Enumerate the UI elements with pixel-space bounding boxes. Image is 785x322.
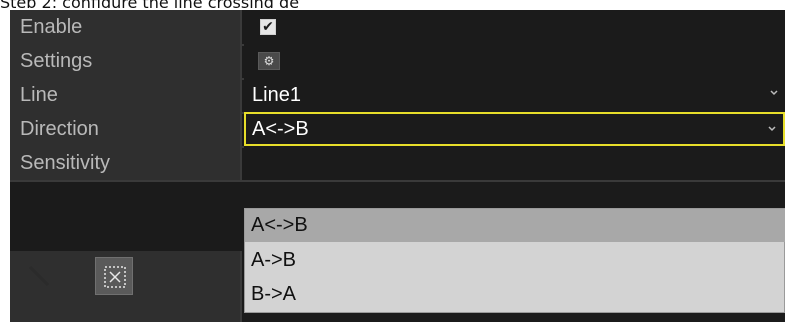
direction-label-cell: Direction [10, 112, 242, 146]
document-caption: Step 2: configure the line crossing dete… [0, 0, 300, 8]
row-enable: Enable ✔ [10, 10, 785, 46]
direction-select-value: A<->B [252, 118, 309, 140]
checkmark-icon: ✔ [262, 19, 274, 35]
row-line: Line Line1 [10, 78, 785, 114]
clear-area-icon [104, 266, 126, 288]
direction-select[interactable]: A<->B [244, 112, 785, 146]
screenshot-frame: Step 2: configure the line crossing dete… [0, 0, 785, 322]
drawing-tools [10, 251, 242, 322]
direction-dropdown-list: A<->B A->B B->A [244, 208, 785, 313]
direction-value-cell: A<->B [244, 112, 785, 146]
sensitivity-label: Sensitivity [20, 152, 111, 174]
line-label-cell: Line [10, 78, 242, 112]
direction-option-label: A->B [251, 249, 297, 271]
line-select-value: Line1 [252, 84, 301, 106]
enable-label: Enable [20, 16, 83, 38]
direction-option[interactable]: A->B [245, 244, 785, 277]
direction-option[interactable]: A<->B [245, 209, 785, 242]
enable-value-cell: ✔ [244, 10, 785, 44]
draw-line-icon[interactable] [26, 263, 52, 289]
sensitivity-label-cell: Sensitivity [10, 146, 242, 180]
direction-label: Direction [20, 118, 99, 140]
row-sensitivity: Sensitivity [10, 146, 785, 182]
clear-area-button[interactable] [95, 257, 133, 295]
direction-option-label: A<->B [251, 214, 308, 236]
line-select[interactable]: Line1 [244, 78, 785, 112]
row-direction: Direction A<->B [10, 112, 785, 148]
enable-label-cell: Enable [10, 10, 242, 44]
settings-label: Settings [20, 50, 93, 72]
row-settings: Settings ⚙ [10, 44, 785, 80]
settings-value-cell: ⚙ [244, 44, 785, 78]
settings-button[interactable]: ⚙ [258, 52, 280, 70]
enable-checkbox[interactable]: ✔ [260, 19, 276, 35]
direction-option-label: B->A [251, 283, 297, 305]
line-value-cell: Line1 [244, 78, 785, 112]
line-label: Line [20, 84, 58, 106]
gear-icon: ⚙ [263, 54, 275, 68]
direction-option[interactable]: B->A [245, 278, 785, 311]
chevron-down-icon [770, 90, 778, 96]
sensitivity-value-cell [244, 146, 785, 180]
settings-label-cell: Settings [10, 44, 242, 78]
chevron-down-icon [768, 126, 776, 132]
